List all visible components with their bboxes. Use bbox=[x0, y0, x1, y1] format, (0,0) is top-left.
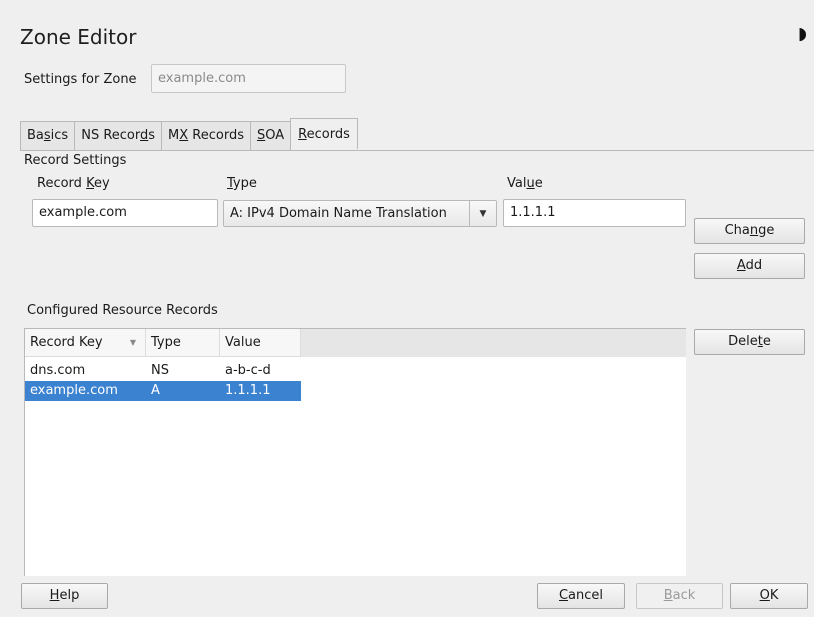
zone-label: Settings for Zone bbox=[24, 72, 137, 87]
change-button[interactable]: Change bbox=[694, 218, 805, 244]
type-label: Type bbox=[227, 176, 257, 191]
tab-ns-records[interactable]: NS Records bbox=[74, 121, 163, 150]
tab-mx-records[interactable]: MX Records bbox=[161, 121, 251, 150]
tab-divider bbox=[20, 150, 814, 151]
cell-record-key: dns.com bbox=[30, 363, 86, 378]
moon-icon: ◗ bbox=[798, 24, 807, 44]
table-row[interactable]: dns.com NS a-b-c-d bbox=[25, 361, 301, 381]
zone-field: example.com bbox=[151, 64, 346, 93]
window-title: Zone Editor bbox=[20, 25, 137, 49]
tab-records[interactable]: Records bbox=[290, 118, 358, 149]
table-row-selected[interactable]: example.com A 1.1.1.1 bbox=[25, 381, 301, 401]
record-key-label: Record Key bbox=[37, 176, 110, 191]
delete-button[interactable]: Delete bbox=[694, 329, 805, 355]
cell-record-key: example.com bbox=[30, 383, 118, 398]
table-header: Record Key ▼ Type Value bbox=[25, 329, 301, 357]
records-table: Record Key ▼ Type Value dns.com NS a-b-c… bbox=[24, 328, 686, 576]
tab-soa[interactable]: SOA bbox=[250, 121, 292, 150]
cell-value: 1.1.1.1 bbox=[225, 383, 271, 398]
tab-basics[interactable]: Basics bbox=[20, 121, 76, 150]
add-button[interactable]: Add bbox=[694, 253, 805, 279]
ok-button[interactable]: OK bbox=[730, 583, 808, 609]
column-header-value[interactable]: Value bbox=[220, 329, 301, 357]
tab-bar: Basics NS Records MX Records SOA Records bbox=[20, 118, 358, 150]
type-select-value: A: IPv4 Domain Name Translation bbox=[230, 206, 447, 221]
record-settings-heading: Record Settings bbox=[24, 153, 127, 168]
cancel-button[interactable]: Cancel bbox=[537, 583, 625, 609]
help-button[interactable]: Help bbox=[21, 583, 108, 609]
type-select[interactable]: A: IPv4 Domain Name Translation ▼ bbox=[223, 200, 497, 227]
cell-type: A bbox=[151, 383, 160, 398]
record-key-input[interactable]: example.com bbox=[32, 199, 218, 227]
value-label: Value bbox=[507, 176, 543, 191]
cell-type: NS bbox=[151, 363, 169, 378]
table-header-filler bbox=[301, 329, 686, 357]
value-input[interactable]: 1.1.1.1 bbox=[503, 199, 686, 227]
cell-value: a-b-c-d bbox=[225, 363, 271, 378]
column-header-record-key[interactable]: Record Key ▼ bbox=[25, 329, 146, 357]
configured-records-heading: Configured Resource Records bbox=[27, 303, 218, 318]
back-button: Back bbox=[636, 583, 723, 609]
column-header-type[interactable]: Type bbox=[146, 329, 220, 357]
chevron-down-icon: ▼ bbox=[469, 201, 496, 226]
sort-down-icon: ▼ bbox=[129, 338, 136, 347]
